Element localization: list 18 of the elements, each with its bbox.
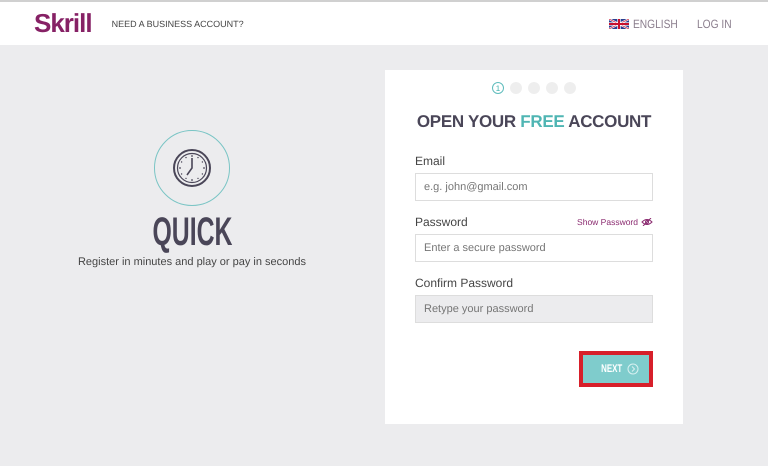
logo[interactable]: Skrill bbox=[34, 8, 92, 39]
input-field[interactable]: Enter a secure password bbox=[415, 234, 653, 262]
flag-icon bbox=[608, 18, 629, 28]
field-label: Email bbox=[415, 154, 446, 168]
feature-subtitle: Register in minutes and play or pay in seconds bbox=[78, 256, 306, 268]
form-title: OPEN YOUR FREE ACCOUNT bbox=[416, 111, 652, 133]
field-label: Confirm Password bbox=[415, 276, 514, 290]
field-label: Password bbox=[415, 215, 468, 229]
step-indicator: 1 bbox=[492, 82, 504, 94]
login-link[interactable]: LOG IN bbox=[697, 16, 732, 30]
show-password-link[interactable]: Show Password bbox=[577, 217, 653, 227]
business-account-link[interactable]: NEED A BUSINESS ACCOUNT? bbox=[112, 18, 244, 28]
feature-title: QUICK bbox=[152, 210, 232, 254]
language-selector[interactable]: ENGLISH bbox=[608, 16, 686, 30]
input-field[interactable]: e.g. john@gmail.com bbox=[415, 173, 653, 201]
clock-icon bbox=[172, 148, 212, 188]
chevron-right-icon bbox=[627, 363, 639, 375]
eye-icon bbox=[641, 218, 653, 226]
